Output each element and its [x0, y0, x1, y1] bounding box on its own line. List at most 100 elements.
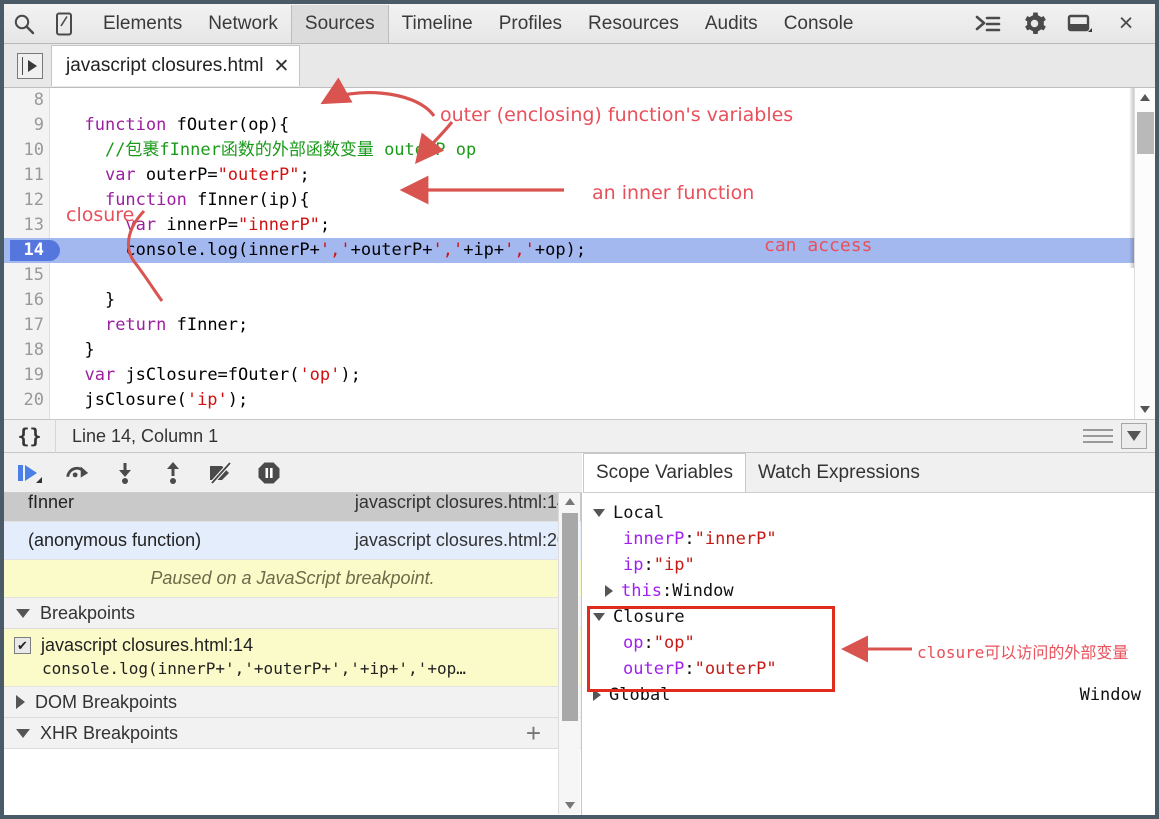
code-line[interactable]: 13 var innerP="innerP"; [4, 213, 1155, 238]
line-number[interactable]: 18 [4, 338, 44, 363]
code-line[interactable]: 12 function fInner(ip){ [4, 188, 1155, 213]
pause-on-exceptions-button[interactable] [256, 460, 282, 486]
line-number[interactable]: 11 [4, 163, 44, 188]
code-line[interactable]: 10 //包裹fInner函数的外部函数变量 outerP op [4, 138, 1155, 163]
file-tab-close-icon[interactable]: ✕ [273, 55, 289, 78]
resume-script-button[interactable] [16, 460, 42, 486]
code-text: } [64, 288, 115, 313]
tab-watch-expressions[interactable]: Watch Expressions [746, 453, 932, 492]
line-number[interactable]: 14 [4, 240, 44, 261]
step-out-button[interactable] [160, 460, 186, 486]
code-line[interactable]: 18 } [4, 338, 1155, 363]
line-number[interactable]: 12 [4, 188, 44, 213]
line-number[interactable]: 17 [4, 313, 44, 338]
console-drawer-icon[interactable] [965, 5, 1011, 43]
tab-scope-variables[interactable]: Scope Variables [583, 453, 746, 492]
code-text: console.log(innerP+','+outerP+','+ip+','… [64, 238, 586, 263]
scope-section-global[interactable]: Global Window [583, 682, 1155, 708]
tab-timeline[interactable]: Timeline [389, 5, 486, 43]
tab-audits[interactable]: Audits [692, 5, 771, 43]
deactivate-breakpoints-button[interactable] [208, 460, 234, 486]
code-line[interactable]: 19 var jsClosure=fOuter('op'); [4, 363, 1155, 388]
file-tab-javascript-closures[interactable]: javascript closures.html ✕ [51, 45, 301, 86]
left-panel-scroll-thumb[interactable] [562, 513, 578, 721]
line-number[interactable]: 20 [4, 388, 44, 413]
tab-profiles[interactable]: Profiles [486, 5, 575, 43]
tab-elements[interactable]: Elements [90, 5, 195, 43]
scope-property[interactable]: this: Window [583, 578, 1155, 604]
scope-section-closure[interactable]: Closure [583, 604, 1155, 630]
step-into-button[interactable] [112, 460, 138, 486]
chevron-down-icon [16, 608, 30, 618]
dom-breakpoints-section-header[interactable]: DOM Breakpoints [4, 687, 581, 718]
breakpoints-section-header[interactable]: Breakpoints [4, 598, 581, 629]
scroll-down-arrow-icon[interactable] [1140, 406, 1150, 413]
code-line[interactable]: 20 jsClosure('ip'); [4, 388, 1155, 413]
line-number[interactable]: 9 [4, 113, 44, 138]
chevron-down-icon [16, 728, 30, 738]
left-panel-scrollbar[interactable] [558, 493, 580, 814]
scope-section-local[interactable]: Local [583, 500, 1155, 526]
code-line[interactable]: 17 return fInner; [4, 313, 1155, 338]
code-token: ); [227, 390, 249, 410]
tab-resources[interactable]: Resources [575, 5, 692, 43]
gear-icon[interactable] [1011, 5, 1057, 43]
tab-sources[interactable]: Sources [290, 4, 389, 43]
code-token: return [104, 315, 167, 335]
code-line[interactable]: 15 [4, 263, 1155, 288]
line-number[interactable]: 13 [4, 213, 44, 238]
scroll-down-arrow-icon[interactable] [565, 802, 575, 809]
call-stack-frame-anonymous[interactable]: (anonymous function) javascript closures… [4, 522, 581, 560]
property-value: "outerP" [694, 659, 777, 679]
code-token: ',' [319, 240, 351, 260]
property-name: op [623, 633, 644, 653]
code-token: ; [319, 215, 331, 235]
dock-position-icon[interactable] [1057, 5, 1103, 43]
line-number[interactable]: 10 [4, 138, 44, 163]
chevron-down-icon[interactable] [593, 613, 605, 621]
code-token: ',' [432, 240, 464, 260]
code-lines[interactable]: 89 function fOuter(op){10 //包裹fInner函数的外… [4, 88, 1155, 413]
chevron-down-icon[interactable] [593, 509, 605, 517]
code-token: ; [299, 165, 310, 185]
property-separator: : [684, 529, 695, 549]
tab-network[interactable]: Network [195, 5, 291, 43]
show-navigator-icon[interactable] [17, 52, 43, 79]
breakpoint-item[interactable]: ✔ javascript closures.html:14 console.lo… [4, 629, 581, 687]
tab-console[interactable]: Console [771, 5, 867, 43]
editor-scroll-thumb[interactable] [1137, 112, 1154, 154]
search-icon[interactable] [4, 5, 44, 43]
chevron-right-icon [16, 695, 25, 709]
scope-property[interactable]: ip: "ip" [583, 552, 1155, 578]
step-over-button[interactable] [64, 460, 90, 486]
code-line[interactable]: 14 console.log(innerP+','+outerP+','+ip+… [4, 238, 1155, 263]
chevron-right-icon[interactable] [593, 689, 601, 701]
code-editor[interactable]: 89 function fOuter(op){10 //包裹fInner函数的外… [4, 88, 1155, 419]
code-token: ',' [504, 240, 535, 260]
navigator-triangle-icon [28, 59, 37, 72]
line-number[interactable]: 16 [4, 288, 44, 313]
scroll-up-arrow-icon[interactable] [565, 498, 575, 505]
chevron-right-icon[interactable] [605, 585, 613, 597]
line-number[interactable]: 19 [4, 363, 44, 388]
xhr-breakpoints-section-header[interactable]: XHR Breakpoints + [4, 718, 581, 749]
property-separator: : [684, 659, 695, 679]
scope-property[interactable]: innerP: "innerP" [583, 526, 1155, 552]
pretty-print-icon[interactable]: {} [4, 419, 56, 453]
breakpoint-checkbox[interactable]: ✔ [14, 637, 31, 654]
dock-to-bottom-icon[interactable] [1121, 423, 1147, 449]
scroll-up-arrow-icon[interactable] [1140, 94, 1150, 101]
property-name: outerP [623, 659, 685, 679]
close-icon[interactable]: × [1103, 5, 1149, 43]
line-number[interactable]: 15 [4, 263, 44, 288]
more-options-icon[interactable] [1083, 429, 1113, 443]
property-separator: : [661, 581, 673, 601]
breakpoint-header-row: ✔ javascript closures.html:14 [14, 635, 571, 656]
line-number[interactable]: 8 [4, 88, 44, 113]
device-toggle-icon[interactable] [44, 5, 84, 43]
editor-vertical-scrollbar[interactable] [1134, 88, 1155, 419]
code-line[interactable]: 11 var outerP="outerP"; [4, 163, 1155, 188]
code-line[interactable]: 16 } [4, 288, 1155, 313]
